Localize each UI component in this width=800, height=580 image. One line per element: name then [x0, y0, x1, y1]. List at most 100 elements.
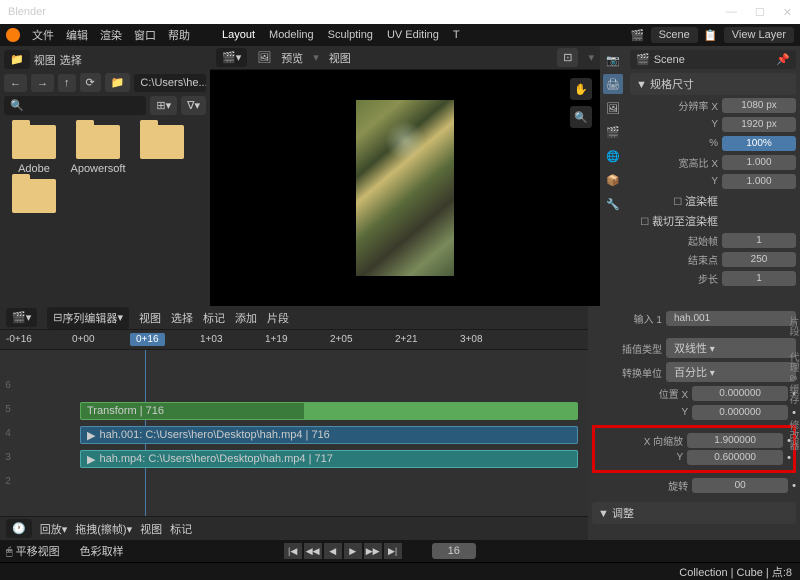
tab-world-icon[interactable]: 🌐	[603, 146, 623, 166]
nav-refresh-button[interactable]: ⟳	[80, 73, 101, 92]
resy-field[interactable]: 1920 px	[722, 117, 796, 132]
folder-item[interactable]: Adobe	[4, 125, 64, 175]
close-button[interactable]: ✕	[783, 6, 792, 19]
posy-field[interactable]: 0.000000	[692, 405, 788, 420]
tab-object-icon[interactable]: 📦	[603, 170, 623, 190]
keyframe-next-button[interactable]: ▶▶	[364, 543, 382, 559]
tab-strip[interactable]: 片段	[786, 312, 800, 340]
jump-start-button[interactable]: |◀	[284, 543, 302, 559]
path-field[interactable]: C:\Users\he...	[134, 74, 206, 92]
menu-window[interactable]: 窗口	[134, 27, 156, 43]
preview-view[interactable]: 视图	[329, 50, 351, 66]
frame-field[interactable]: 16	[432, 543, 476, 559]
input-field[interactable]: hah.001	[666, 311, 796, 326]
tab-output-icon[interactable]: 🖨	[603, 74, 623, 94]
tab-proxy[interactable]: 代理 & 缓存	[786, 348, 800, 408]
display-mode-button[interactable]: ⊞▾	[150, 96, 177, 115]
pin-icon[interactable]: 📌	[776, 53, 790, 66]
seq-strip[interactable]: 片段	[267, 310, 289, 326]
tab-viewlayer-icon[interactable]: 🖼	[603, 98, 623, 118]
scene-dropdown[interactable]: Scene	[651, 27, 698, 43]
panel-dimensions[interactable]: ▼ 规格尺寸	[630, 73, 796, 95]
track-area[interactable]: 6 5 4 3 2 Transform | 716 ▶hah.001: C:\U…	[0, 350, 588, 516]
footer-view[interactable]: 视图	[140, 521, 162, 537]
tab-layout[interactable]: Layout	[222, 29, 255, 41]
aspecty-field[interactable]: 1.000	[722, 174, 796, 189]
menu-help[interactable]: 帮助	[168, 27, 190, 43]
editor-type-icon[interactable]: 📁	[4, 50, 30, 69]
scalex-field[interactable]: 1.900000	[687, 433, 783, 448]
menu-file[interactable]: 文件	[32, 27, 54, 43]
play-reverse-button[interactable]: ◀	[324, 543, 342, 559]
resx-field[interactable]: 1080 px	[722, 98, 796, 113]
nav-back-button[interactable]: ←	[4, 74, 27, 92]
seq-select[interactable]: 选择	[171, 310, 193, 326]
keyframe-dot[interactable]: •	[792, 480, 796, 492]
search-input[interactable]: 🔍	[4, 96, 146, 115]
tab-render-icon[interactable]: 📷	[603, 50, 623, 70]
scene-header[interactable]: 🎬 Scene 📌	[630, 50, 796, 69]
strip-transform[interactable]: Transform | 716	[80, 402, 578, 420]
strip-movie-2[interactable]: ▶hah.mp4: C:\Users\hero\Desktop\hah.mp4 …	[80, 450, 578, 468]
folder-item[interactable]: Apowersoft	[68, 125, 128, 175]
tab-uvediting[interactable]: UV Editing	[387, 29, 439, 41]
pct-field[interactable]: 100%	[722, 136, 796, 151]
drag-menu[interactable]: 拖拽(擦帧)▾	[75, 521, 132, 537]
menu-render[interactable]: 渲染	[100, 27, 122, 43]
editor-type-icon[interactable]: 🎬▾	[6, 308, 37, 327]
seq-mode[interactable]: ⊟ 序列编辑器 ▾	[47, 307, 129, 329]
crop-check[interactable]: ☐ 裁切至渲染框	[630, 213, 718, 229]
seq-add[interactable]: 添加	[235, 310, 257, 326]
preview-mode[interactable]: 预览	[281, 50, 303, 66]
maximize-button[interactable]: ☐	[755, 6, 765, 19]
folder-item[interactable]	[132, 125, 192, 175]
jump-end-button[interactable]: ▶|	[384, 543, 402, 559]
editor-type-icon[interactable]: 🎬▾	[216, 48, 247, 67]
adjust-panel[interactable]: ▼ 调整	[592, 502, 796, 524]
scaley-label: Y	[597, 452, 683, 463]
viewport[interactable]: ✋ 🔍	[210, 70, 600, 306]
menu-edit[interactable]: 编辑	[66, 27, 88, 43]
playback-menu[interactable]: 回放▾	[40, 521, 68, 537]
play-button[interactable]: ▶	[344, 543, 362, 559]
footer-mark[interactable]: 标记	[170, 521, 192, 537]
seq-view[interactable]: 视图	[139, 310, 161, 326]
filter-button[interactable]: ∇▾	[181, 96, 206, 115]
renderbox-check[interactable]: ☐ 渲染框	[630, 193, 718, 209]
scaley-field[interactable]: 0.600000	[687, 450, 783, 465]
tab-modeling[interactable]: Modeling	[269, 29, 314, 41]
step-field[interactable]: 1	[722, 271, 796, 286]
timeline-icon[interactable]: 🕐	[6, 519, 32, 538]
seq-mark[interactable]: 标记	[203, 310, 225, 326]
preview-mode-icon[interactable]: 🖼	[257, 51, 271, 64]
posx-field[interactable]: 0.000000	[692, 386, 788, 401]
end-field[interactable]: 250	[722, 252, 796, 267]
fb-view[interactable]: 视图	[34, 52, 56, 68]
minimize-button[interactable]: —	[726, 6, 737, 19]
nav-up-button[interactable]: ↑	[58, 74, 76, 92]
folder-icon[interactable]: 📁	[105, 73, 131, 92]
keyframe-prev-button[interactable]: ◀◀	[304, 543, 322, 559]
tab-more[interactable]: T	[453, 29, 460, 41]
tab-modifier[interactable]: 修改器	[786, 416, 800, 454]
overlay-button[interactable]: ⊡	[557, 48, 578, 67]
viewlayer-dropdown[interactable]: View Layer	[724, 27, 794, 43]
rot-field[interactable]: 00	[692, 478, 788, 493]
nav-forward-button[interactable]: →	[31, 74, 54, 92]
tab-wrench-icon[interactable]: 🔧	[603, 194, 623, 214]
interp-field[interactable]: 双线性 ▾	[666, 338, 796, 358]
strip-properties: 片段 代理 & 缓存 修改器 输入 1hah.001 插值类型双线性 ▾ 转换单…	[588, 306, 800, 540]
folder-item[interactable]	[4, 179, 64, 213]
strip-movie-1[interactable]: ▶hah.001: C:\Users\hero\Desktop\hah.mp4 …	[80, 426, 578, 444]
tab-scene-icon[interactable]: 🎬	[603, 122, 623, 142]
unit-field[interactable]: 百分比 ▾	[666, 362, 796, 382]
start-field[interactable]: 1	[722, 233, 796, 248]
time-ruler[interactable]: -0+16 0+00 0+16 1+03 1+19 2+05 2+21 3+08	[0, 330, 588, 350]
zoom-tool-icon[interactable]: 🔍	[570, 106, 592, 128]
posx-label: 位置 X	[592, 386, 688, 401]
blender-logo-icon	[6, 28, 20, 42]
pan-tool-icon[interactable]: ✋	[570, 78, 592, 100]
tab-sculpting[interactable]: Sculpting	[328, 29, 373, 41]
fb-select[interactable]: 选择	[60, 52, 82, 68]
aspectx-field[interactable]: 1.000	[722, 155, 796, 170]
